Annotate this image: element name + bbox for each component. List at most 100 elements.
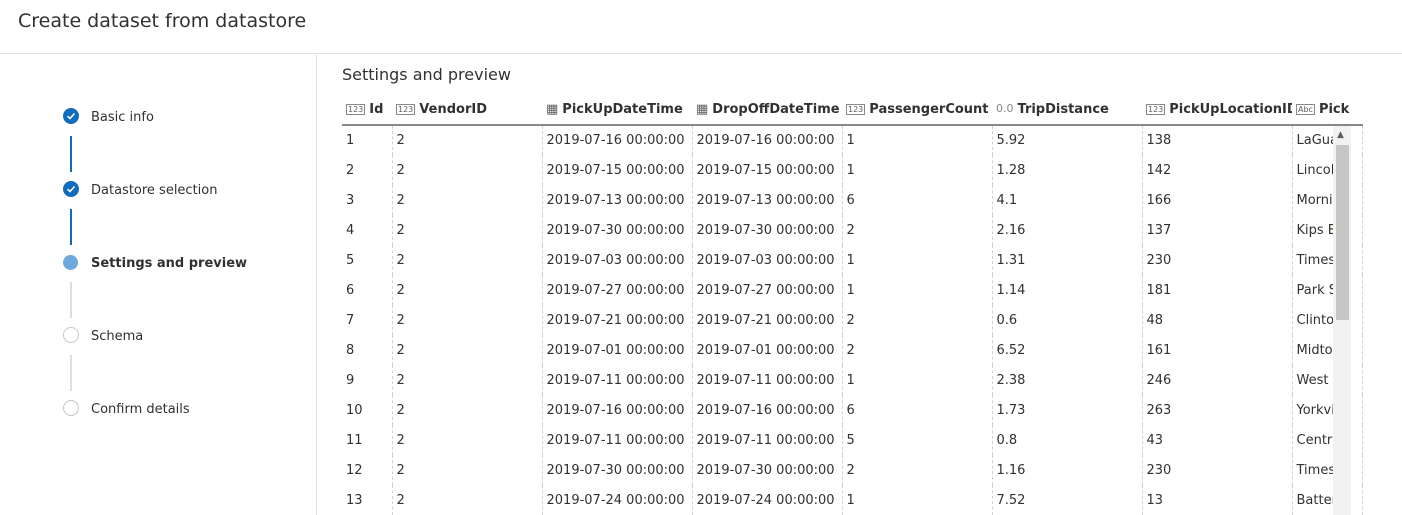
table-cell: 181: [1142, 275, 1293, 305]
table-cell: 5.92: [992, 125, 1143, 155]
table-cell: 1.28: [992, 155, 1143, 185]
table-cell: 7.52: [992, 485, 1143, 515]
table-cell: 6.52: [992, 335, 1143, 365]
table-cell: 2019-07-30 00:00:00: [692, 455, 843, 485]
table-row[interactable]: 3 2 2019-07-13 00:00:00 2019-07-13 00:00:00…: [342, 185, 1363, 215]
table-cell: 166: [1142, 185, 1293, 215]
table-cell: 1: [842, 485, 993, 515]
table-row[interactable]: 2 2 2019-07-15 00:00:00 2019-07-15 00:00:00…: [342, 155, 1363, 185]
table-cell: 2: [392, 455, 543, 485]
column-header-tripdistance[interactable]: 0.0 TripDistance: [992, 95, 1142, 126]
table-cell: 0.8: [992, 425, 1143, 455]
step-label: Schema: [91, 329, 144, 344]
table-row[interactable]: 9 2 2019-07-11 00:00:00 2019-07-11 00:00:00…: [342, 365, 1363, 395]
table-cell: 2019-07-13 00:00:00: [692, 185, 843, 215]
main-content: Settings and preview 123 Id 123 VendorID ▦…: [318, 55, 1402, 515]
table-cell: 2: [392, 275, 543, 305]
table-cell: 2: [392, 425, 543, 455]
table-row[interactable]: 4 2 2019-07-30 00:00:00 2019-07-30 00:00:00…: [342, 215, 1363, 245]
preview-grid[interactable]: 123 Id 123 VendorID ▦ PickUpDateTime ▦ DropO…: [342, 95, 1369, 515]
table-row[interactable]: 6 2 2019-07-27 00:00:00 2019-07-27 00:00:00…: [342, 275, 1363, 305]
table-cell: 1.31: [992, 245, 1143, 275]
decimal-type-icon: 0.0: [996, 102, 1014, 115]
current-step-icon: [63, 255, 78, 270]
column-header-pickuplocationid[interactable]: 123 PickUpLocationID: [1142, 95, 1292, 126]
table-cell: 2019-07-30 00:00:00: [542, 455, 693, 485]
table-cell: 2: [392, 215, 543, 245]
table-cell: 48: [1142, 305, 1293, 335]
table-cell: 2019-07-11 00:00:00: [542, 425, 693, 455]
column-header-id[interactable]: 123 Id: [342, 95, 392, 126]
table-cell: 2: [392, 485, 543, 515]
table-cell: 2.38: [992, 365, 1143, 395]
step-label: Basic info: [91, 110, 154, 125]
scroll-up-icon[interactable]: ▲: [1337, 130, 1344, 140]
table-cell: 8: [342, 335, 393, 365]
table-cell: West: [1292, 365, 1363, 395]
column-header-dropoffdatetime[interactable]: ▦ DropOffDateTime: [692, 95, 842, 126]
calendar-icon: ▦: [546, 102, 559, 117]
integer-type-icon: 123: [346, 104, 366, 115]
table-cell: 12: [342, 455, 393, 485]
table-cell: 3: [342, 185, 393, 215]
checkmark-icon: [63, 108, 79, 124]
column-header-pickupdatetime[interactable]: ▦ PickUpDateTime: [542, 95, 692, 126]
table-cell: 2: [392, 305, 543, 335]
table-cell: 6: [842, 185, 993, 215]
integer-type-icon: 123: [1146, 104, 1166, 115]
table-row[interactable]: 1 2 2019-07-16 00:00:00 2019-07-16 00:00:00…: [342, 125, 1363, 155]
table-cell: 1.73: [992, 395, 1143, 425]
table-cell: 5: [342, 245, 393, 275]
table-cell: 2019-07-11 00:00:00: [692, 365, 843, 395]
step-connector: [70, 282, 72, 318]
table-row[interactable]: 13 2 2019-07-24 00:00:00 2019-07-24 00:00:0…: [342, 485, 1363, 515]
grid-scrollbar[interactable]: ▲: [1333, 126, 1351, 515]
table-cell: 2019-07-16 00:00:00: [542, 395, 693, 425]
table-cell: 1: [842, 155, 993, 185]
table-cell: 1.16: [992, 455, 1143, 485]
step-label: Settings and preview: [91, 256, 248, 271]
section-title: Settings and preview: [342, 65, 511, 84]
integer-type-icon: 123: [396, 104, 416, 115]
panel-header: Create dataset from datastore: [0, 0, 1402, 54]
column-header-vendorid[interactable]: 123 VendorID: [392, 95, 542, 126]
table-cell: 2019-07-15 00:00:00: [542, 155, 693, 185]
table-cell: 2.16: [992, 215, 1143, 245]
table-row[interactable]: 7 2 2019-07-21 00:00:00 2019-07-21 00:00:00…: [342, 305, 1363, 335]
table-cell: 2019-07-16 00:00:00: [692, 125, 843, 155]
table-row[interactable]: 11 2 2019-07-11 00:00:00 2019-07-11 00:00:0…: [342, 425, 1363, 455]
table-cell: Morni: [1292, 185, 1363, 215]
table-cell: 2: [842, 305, 993, 335]
step-connector: [70, 209, 72, 245]
table-cell: LaGua: [1292, 125, 1363, 155]
table-cell: 2: [842, 215, 993, 245]
table-cell: 1: [842, 365, 993, 395]
table-cell: 2: [392, 335, 543, 365]
table-cell: Centra: [1292, 425, 1363, 455]
table-cell: 2019-07-15 00:00:00: [692, 155, 843, 185]
table-row[interactable]: 10 2 2019-07-16 00:00:00 2019-07-16 00:00:0…: [342, 395, 1363, 425]
table-cell: Kips B: [1292, 215, 1363, 245]
table-cell: 2019-07-13 00:00:00: [542, 185, 693, 215]
column-header-pick[interactable]: Abc Pick: [1292, 95, 1362, 126]
table-row[interactable]: 5 2 2019-07-03 00:00:00 2019-07-03 00:00:00…: [342, 245, 1363, 275]
table-cell: 2019-07-30 00:00:00: [692, 215, 843, 245]
table-cell: 13: [1142, 485, 1293, 515]
table-row[interactable]: 8 2 2019-07-01 00:00:00 2019-07-01 00:00:00…: [342, 335, 1363, 365]
table-cell: 2: [842, 455, 993, 485]
table-row[interactable]: 12 2 2019-07-30 00:00:00 2019-07-30 00:00:0…: [342, 455, 1363, 485]
panel-title: Create dataset from datastore: [18, 10, 307, 32]
table-cell: 2: [392, 245, 543, 275]
table-cell: 2019-07-16 00:00:00: [542, 125, 693, 155]
scrollbar-thumb[interactable]: [1336, 145, 1349, 320]
table-cell: 246: [1142, 365, 1293, 395]
table-cell: 161: [1142, 335, 1293, 365]
empty-circle-icon: [63, 400, 79, 416]
checkmark-icon: [63, 181, 79, 197]
table-cell: Yorkvi: [1292, 395, 1363, 425]
column-header-passengercount[interactable]: 123 PassengerCount: [842, 95, 992, 126]
table-cell: 2: [342, 155, 393, 185]
table-cell: 263: [1142, 395, 1293, 425]
table-cell: 6: [842, 395, 993, 425]
table-cell: 138: [1142, 125, 1293, 155]
